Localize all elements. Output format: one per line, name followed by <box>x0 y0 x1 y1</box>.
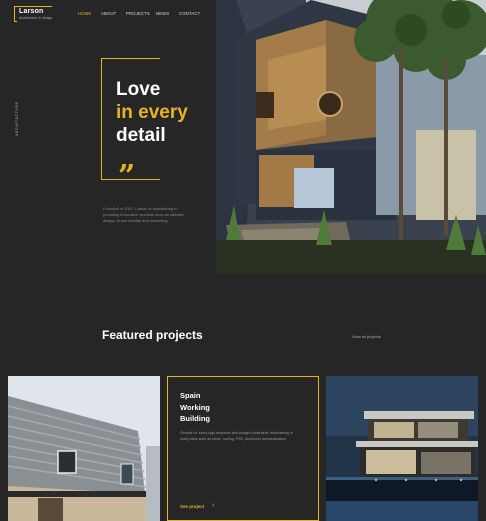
headline-line-2: in every <box>116 102 188 123</box>
headline-line-3: detail <box>116 125 166 146</box>
card-description: Flexible for every logo demands and budg… <box>180 431 293 441</box>
nav-about[interactable]: ABOUT <box>101 11 116 16</box>
hero-intro: Founded in 2007, Larson is specializing … <box>103 206 184 224</box>
page: Larson Architecture & design HOME ABOUT … <box>0 0 486 521</box>
featured-title: Featured projects <box>102 328 203 342</box>
nav-projects[interactable]: PROJECTS <box>126 11 150 16</box>
view-all-link[interactable]: View all projects <box>352 334 381 339</box>
hero-house-image <box>216 0 486 273</box>
project-card-image-1[interactable] <box>8 376 160 521</box>
logo-title[interactable]: Larson <box>19 8 44 15</box>
card-title: Spain Working Building <box>180 390 210 425</box>
arrow-right-icon[interactable]: › <box>212 502 214 509</box>
card-title-line-3: Building <box>180 414 210 423</box>
nav-news[interactable]: NEWS <box>156 11 169 16</box>
card-title-line-2: Working <box>180 402 210 412</box>
hero-headline: Love in every detail <box>116 78 188 147</box>
side-label: ARCHITECTURE <box>15 101 19 136</box>
logo-tagline: Architecture & design <box>19 16 53 20</box>
project-card-featured[interactable]: Spain Working Building Flexible for ever… <box>167 376 319 521</box>
logo-corner <box>14 6 17 22</box>
nav-contact[interactable]: CONTACT <box>179 11 200 16</box>
headline-line-1: Love <box>116 79 161 100</box>
see-project-link[interactable]: See project <box>180 504 204 509</box>
project-card-image-3[interactable] <box>326 376 478 521</box>
card-title-line-1: Spain <box>180 391 201 400</box>
quote-mark-icon: ” <box>118 159 136 194</box>
nav-home[interactable]: HOME <box>78 11 91 16</box>
